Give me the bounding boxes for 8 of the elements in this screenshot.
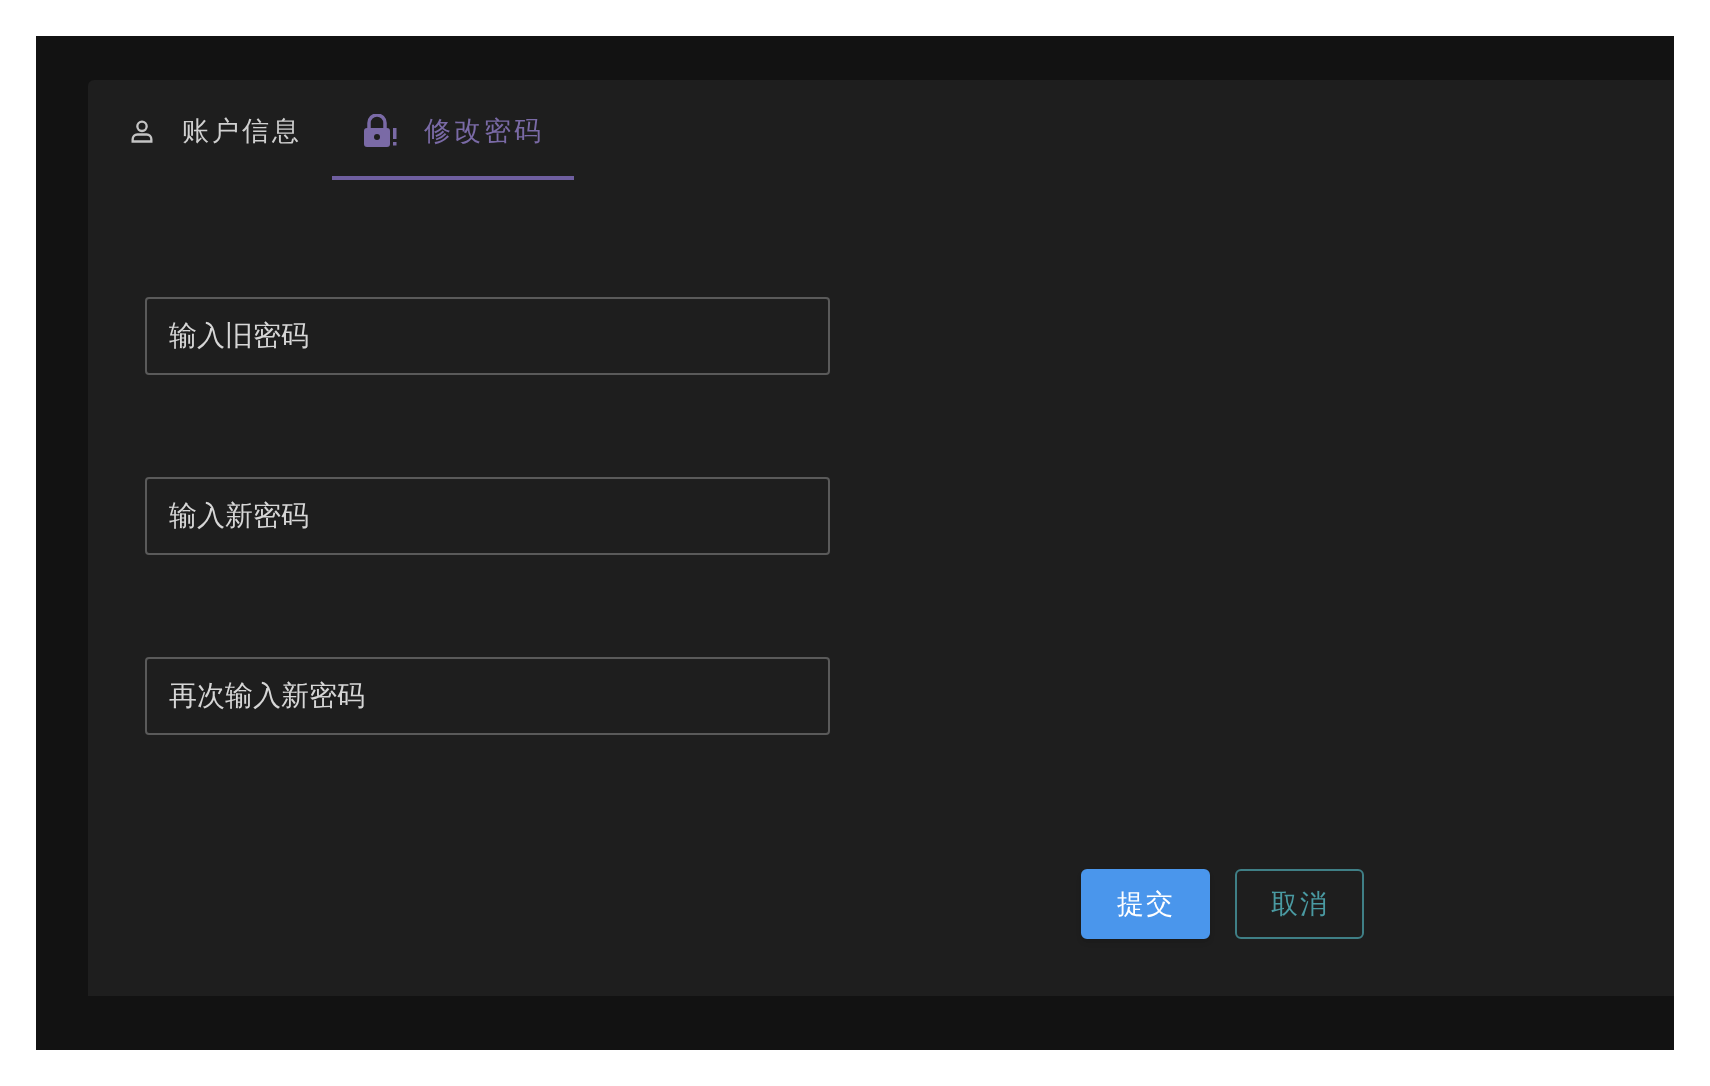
submit-button[interactable]: 提交 (1081, 869, 1210, 939)
lock-alert-icon (362, 114, 398, 148)
password-field[interactable]: 再次输入新密码 (145, 657, 830, 735)
cancel-button[interactable]: 取消 (1235, 869, 1364, 939)
tab[interactable]: 账户信息 (98, 80, 332, 180)
password-field[interactable]: 输入旧密码 (145, 297, 830, 375)
tab[interactable]: 修改密码 (332, 80, 574, 180)
password-field[interactable]: 输入新密码 (145, 477, 830, 555)
